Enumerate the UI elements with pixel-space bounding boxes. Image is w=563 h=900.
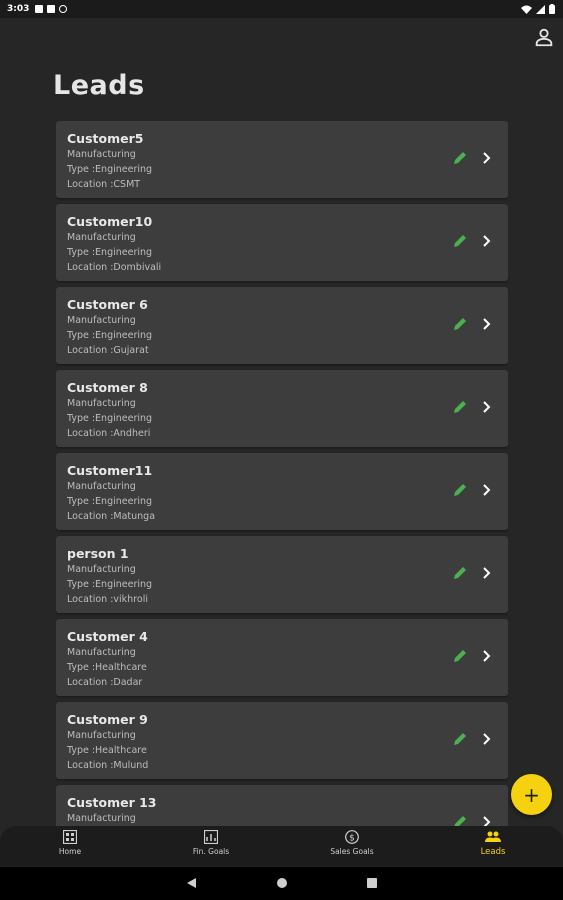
lead-category: Manufacturing	[67, 730, 136, 741]
battery-icon	[549, 4, 555, 14]
svg-text:$: $	[349, 834, 355, 844]
back-icon[interactable]	[185, 877, 197, 889]
lead-name: person 1	[67, 546, 129, 561]
system-nav-bar	[0, 867, 563, 900]
lead-type: Type :Engineering	[67, 579, 153, 590]
leads-screen: 3:03 Leads Customer5 Manufacturing Type …	[0, 0, 563, 900]
page-title: Leads	[53, 70, 145, 101]
chevron-right-icon[interactable]	[480, 317, 494, 331]
status-time: 3:03	[7, 4, 30, 14]
lead-name: Customer 6	[67, 297, 148, 312]
nav-item-home[interactable]: Home	[20, 830, 120, 866]
lead-category: Manufacturing	[67, 481, 136, 492]
group-icon	[485, 831, 501, 842]
lead-location: Location :Mulund	[67, 760, 149, 771]
edit-pencil-icon[interactable]	[452, 150, 468, 166]
add-lead-button[interactable]: +	[511, 774, 552, 815]
nav-label: Sales Goals	[330, 847, 374, 856]
leads-list[interactable]: Customer5 Manufacturing Type :Engineerin…	[56, 121, 508, 826]
lead-location: Location :CSMT	[67, 179, 141, 190]
lead-category: Manufacturing	[67, 398, 136, 409]
lead-name: Customer10	[67, 214, 153, 229]
nav-label: Fin. Goals	[192, 847, 230, 856]
edit-pencil-icon[interactable]	[452, 731, 468, 747]
edit-pencil-icon[interactable]	[452, 233, 468, 249]
sync-icon	[59, 5, 68, 13]
notification-icon	[35, 5, 44, 13]
lead-category: Manufacturing	[67, 647, 136, 658]
lead-type: Type :Engineering	[67, 330, 153, 341]
lead-category: Manufacturing	[67, 232, 136, 243]
lead-category: Manufacturing	[67, 813, 136, 824]
chevron-right-icon[interactable]	[480, 649, 494, 663]
cellular-icon	[536, 4, 545, 14]
chart-icon	[204, 830, 218, 844]
lead-location: Location :Dadar	[67, 677, 143, 688]
edit-pencil-icon[interactable]	[452, 399, 468, 415]
status-bar: 3:03	[0, 0, 563, 18]
lead-type: Type :Engineering	[67, 247, 153, 258]
lead-type: Type :Engineering	[67, 413, 153, 424]
lead-card[interactable]: Customer 13 Manufacturing	[56, 785, 508, 826]
status-right	[521, 4, 555, 14]
edit-pencil-icon[interactable]	[452, 565, 468, 581]
dollar-icon: $	[345, 830, 359, 844]
lead-card[interactable]: Customer10 Manufacturing Type :Engineeri…	[56, 204, 508, 281]
edit-pencil-icon[interactable]	[452, 482, 468, 498]
lead-name: Customer 13	[67, 795, 157, 810]
lead-category: Manufacturing	[67, 149, 136, 160]
lead-type: Type :Healthcare	[67, 745, 147, 756]
edit-pencil-icon[interactable]	[452, 814, 468, 826]
lead-location: Location :Matunga	[67, 511, 156, 522]
sim-icon	[47, 5, 56, 13]
nav-label: Home	[58, 847, 82, 856]
chevron-right-icon[interactable]	[480, 732, 494, 746]
lead-card[interactable]: Customer5 Manufacturing Type :Engineerin…	[56, 121, 508, 198]
lead-type: Type :Engineering	[67, 496, 153, 507]
lead-location: Location :Andheri	[67, 428, 151, 439]
home-icon[interactable]	[276, 877, 288, 889]
lead-location: Location :vikhroli	[67, 594, 148, 605]
nav-item-sales-goals[interactable]: $ Sales Goals	[302, 830, 402, 866]
lead-name: Customer5	[67, 131, 144, 146]
chevron-right-icon[interactable]	[480, 566, 494, 580]
lead-name: Customer 9	[67, 712, 148, 727]
chevron-right-icon[interactable]	[480, 483, 494, 497]
edit-pencil-icon[interactable]	[452, 316, 468, 332]
lead-card[interactable]: Customer 4 Manufacturing Type :Healthcar…	[56, 619, 508, 696]
lead-card[interactable]: Customer11 Manufacturing Type :Engineeri…	[56, 453, 508, 530]
lead-name: Customer11	[67, 463, 153, 478]
lead-card[interactable]: person 1 Manufacturing Type :Engineering…	[56, 536, 508, 613]
lead-type: Type :Healthcare	[67, 662, 147, 673]
wifi-icon	[521, 5, 532, 14]
lead-location: Location :Gujarat	[67, 345, 149, 356]
bottom-nav: Home Fin. Goals $ Sales Goals Leads	[0, 826, 563, 867]
lead-category: Manufacturing	[67, 564, 136, 575]
lead-name: Customer 4	[67, 629, 148, 644]
dashboard-icon	[63, 830, 77, 844]
lead-card[interactable]: Customer 9 Manufacturing Type :Healthcar…	[56, 702, 508, 779]
lead-location: Location :Dombivali	[67, 262, 162, 273]
recents-icon[interactable]	[366, 877, 378, 889]
chevron-right-icon[interactable]	[480, 151, 494, 165]
chevron-right-icon[interactable]	[480, 815, 494, 826]
lead-name: Customer 8	[67, 380, 148, 395]
nav-label: Leads	[480, 847, 506, 857]
lead-card[interactable]: Customer 6 Manufacturing Type :Engineeri…	[56, 287, 508, 364]
lead-category: Manufacturing	[67, 315, 136, 326]
chevron-right-icon[interactable]	[480, 234, 494, 248]
lead-card[interactable]: Customer 8 Manufacturing Type :Engineeri…	[56, 370, 508, 447]
nav-item-fin-goals[interactable]: Fin. Goals	[161, 830, 261, 866]
profile-icon[interactable]	[533, 26, 555, 48]
chevron-right-icon[interactable]	[480, 400, 494, 414]
lead-type: Type :Engineering	[67, 164, 153, 175]
nav-item-leads[interactable]: Leads	[443, 830, 543, 866]
edit-pencil-icon[interactable]	[452, 648, 468, 664]
